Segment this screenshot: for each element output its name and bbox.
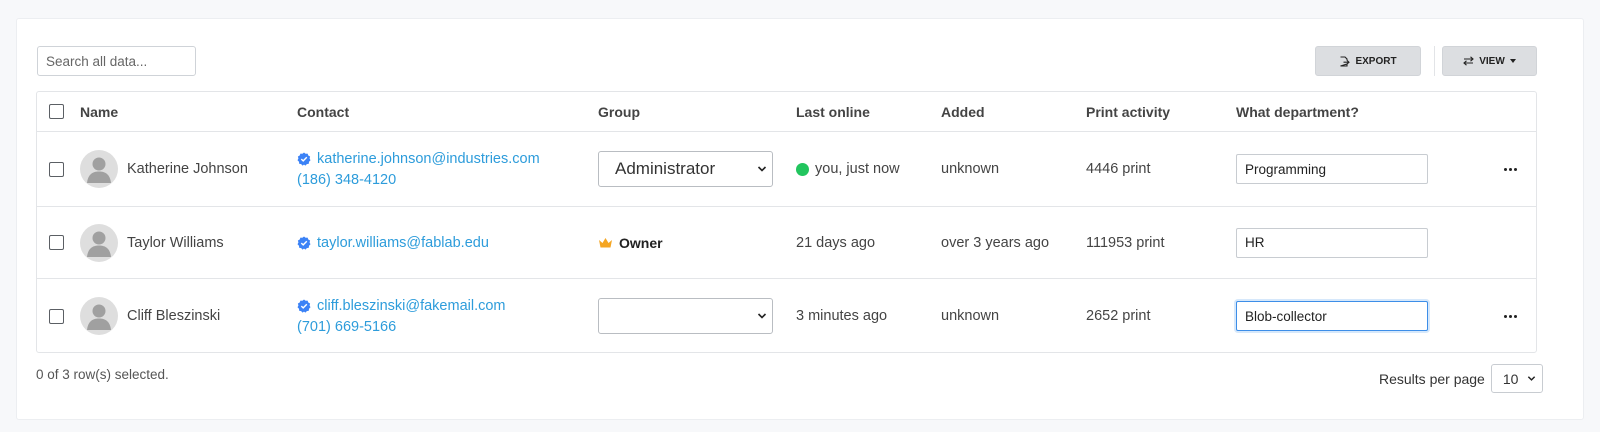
email-link[interactable]: katherine.johnson@industries.com [317, 151, 540, 167]
print-activity-text: 2652 print [1086, 308, 1151, 324]
print-activity-text: 111953 print [1086, 234, 1165, 251]
verified-badge-icon [297, 236, 311, 250]
header-group[interactable]: Group [598, 92, 788, 131]
users-table-card: EXPORT VIEW Name Contact Group Last onli… [16, 18, 1584, 420]
person-name: Cliff Bleszinski [127, 308, 221, 324]
selection-status: 0 of 3 row(s) selected. [36, 367, 169, 382]
row-checkbox-cell [49, 207, 66, 278]
print-activity-text: 4446 print [1086, 161, 1151, 177]
department-cell [1236, 207, 1436, 278]
user-placeholder-icon [87, 157, 111, 183]
last-online-text: you, just now [815, 161, 900, 177]
table-toolbar: EXPORT VIEW [37, 46, 1563, 76]
row-actions-cell [1498, 132, 1522, 206]
view-label: VIEW [1479, 55, 1505, 67]
row-checkbox[interactable] [49, 235, 64, 250]
results-per-page-select[interactable]: 10 [1490, 364, 1543, 393]
row-checkbox[interactable] [49, 308, 64, 324]
table-row: Katherine Johnson katherine.johnson@indu… [37, 132, 1536, 207]
name-cell: Taylor Williams [80, 207, 280, 278]
caret-down-icon [1509, 59, 1516, 63]
verified-badge-icon [297, 152, 311, 166]
header-last-online[interactable]: Last online [796, 92, 936, 131]
verified-badge-icon [297, 299, 311, 313]
chevron-down-icon [757, 313, 767, 319]
name-cell: Cliff Bleszinski [80, 279, 280, 352]
export-button[interactable]: EXPORT [1315, 46, 1421, 76]
added-text: unknown [941, 308, 1000, 324]
group-select[interactable] [598, 298, 773, 334]
email-link[interactable]: taylor.williams@fablab.edu [317, 235, 489, 251]
department-cell [1236, 132, 1436, 206]
chevron-down-icon [1527, 376, 1536, 381]
avatar [80, 297, 118, 335]
user-placeholder-icon [87, 231, 111, 257]
contact-cell: katherine.johnson@industries.com (186) 3… [297, 132, 587, 206]
row-checkbox[interactable] [49, 161, 64, 177]
select-all-checkbox[interactable] [49, 104, 64, 119]
user-placeholder-icon [87, 304, 111, 330]
toolbar-divider [1434, 46, 1435, 76]
header-print-activity[interactable]: Print activity [1086, 92, 1226, 131]
department-cell [1236, 279, 1436, 352]
header-department[interactable]: What department? [1236, 92, 1436, 131]
export-label: EXPORT [1355, 55, 1397, 67]
department-input[interactable] [1236, 154, 1428, 184]
more-options-icon[interactable] [1503, 167, 1517, 171]
header-added[interactable]: Added [941, 92, 1081, 131]
row-checkbox-cell [49, 279, 66, 352]
owner-label: Owner [619, 234, 663, 251]
department-input[interactable] [1236, 301, 1428, 331]
last-online-text: 21 days ago [796, 234, 876, 251]
person-name: Taylor Williams [127, 234, 224, 251]
name-cell: Katherine Johnson [80, 132, 280, 206]
group-cell [598, 279, 788, 352]
table-row: Cliff Bleszinski cliff.bleszinski@fakema… [37, 279, 1536, 352]
online-status-dot [796, 162, 809, 176]
more-options-icon[interactable] [1503, 314, 1517, 318]
row-actions-cell [1498, 279, 1522, 352]
group-select[interactable]: Administrator [598, 151, 773, 187]
last-online-cell: you, just now [796, 132, 936, 206]
group-cell: Administrator [598, 132, 788, 206]
table-header-row: Name Contact Group Last online Added Pri… [37, 92, 1536, 132]
header-checkbox-cell [49, 92, 66, 131]
added-text: over 3 years ago [941, 234, 1050, 251]
group-select-value: Administrator [598, 151, 773, 187]
email-link[interactable]: cliff.bleszinski@fakemail.com [317, 298, 506, 314]
results-per-page-value: 10 [1502, 370, 1519, 387]
table-row: Taylor Williams taylor.williams@fablab.e… [37, 207, 1536, 279]
view-button[interactable]: VIEW [1442, 46, 1537, 76]
contact-cell: cliff.bleszinski@fakemail.com (701) 669-… [297, 279, 587, 352]
phone-link[interactable]: (186) 348-4120 [297, 172, 540, 188]
avatar [80, 223, 118, 262]
group-cell: Owner [598, 207, 788, 278]
results-per-page: Results per page 10 [1379, 364, 1543, 393]
contact-cell: taylor.williams@fablab.edu [297, 207, 587, 278]
phone-link[interactable]: (701) 669-5166 [297, 319, 506, 335]
person-name: Katherine Johnson [127, 161, 248, 177]
added-text: unknown [941, 161, 1000, 177]
chevron-down-icon [757, 166, 767, 172]
last-online-text: 3 minutes ago [796, 308, 888, 324]
users-table: Name Contact Group Last online Added Pri… [36, 91, 1537, 353]
search-input[interactable] [37, 46, 196, 76]
header-contact[interactable]: Contact [297, 92, 587, 131]
swap-arrows-icon [1463, 56, 1475, 66]
crown-icon [599, 237, 612, 247]
row-checkbox-cell [49, 132, 66, 206]
header-name[interactable]: Name [80, 92, 280, 131]
export-icon [1340, 55, 1351, 67]
results-per-page-label: Results per page [1379, 370, 1485, 387]
department-input[interactable] [1236, 227, 1428, 258]
group-select-value [598, 298, 773, 334]
avatar [80, 150, 118, 188]
